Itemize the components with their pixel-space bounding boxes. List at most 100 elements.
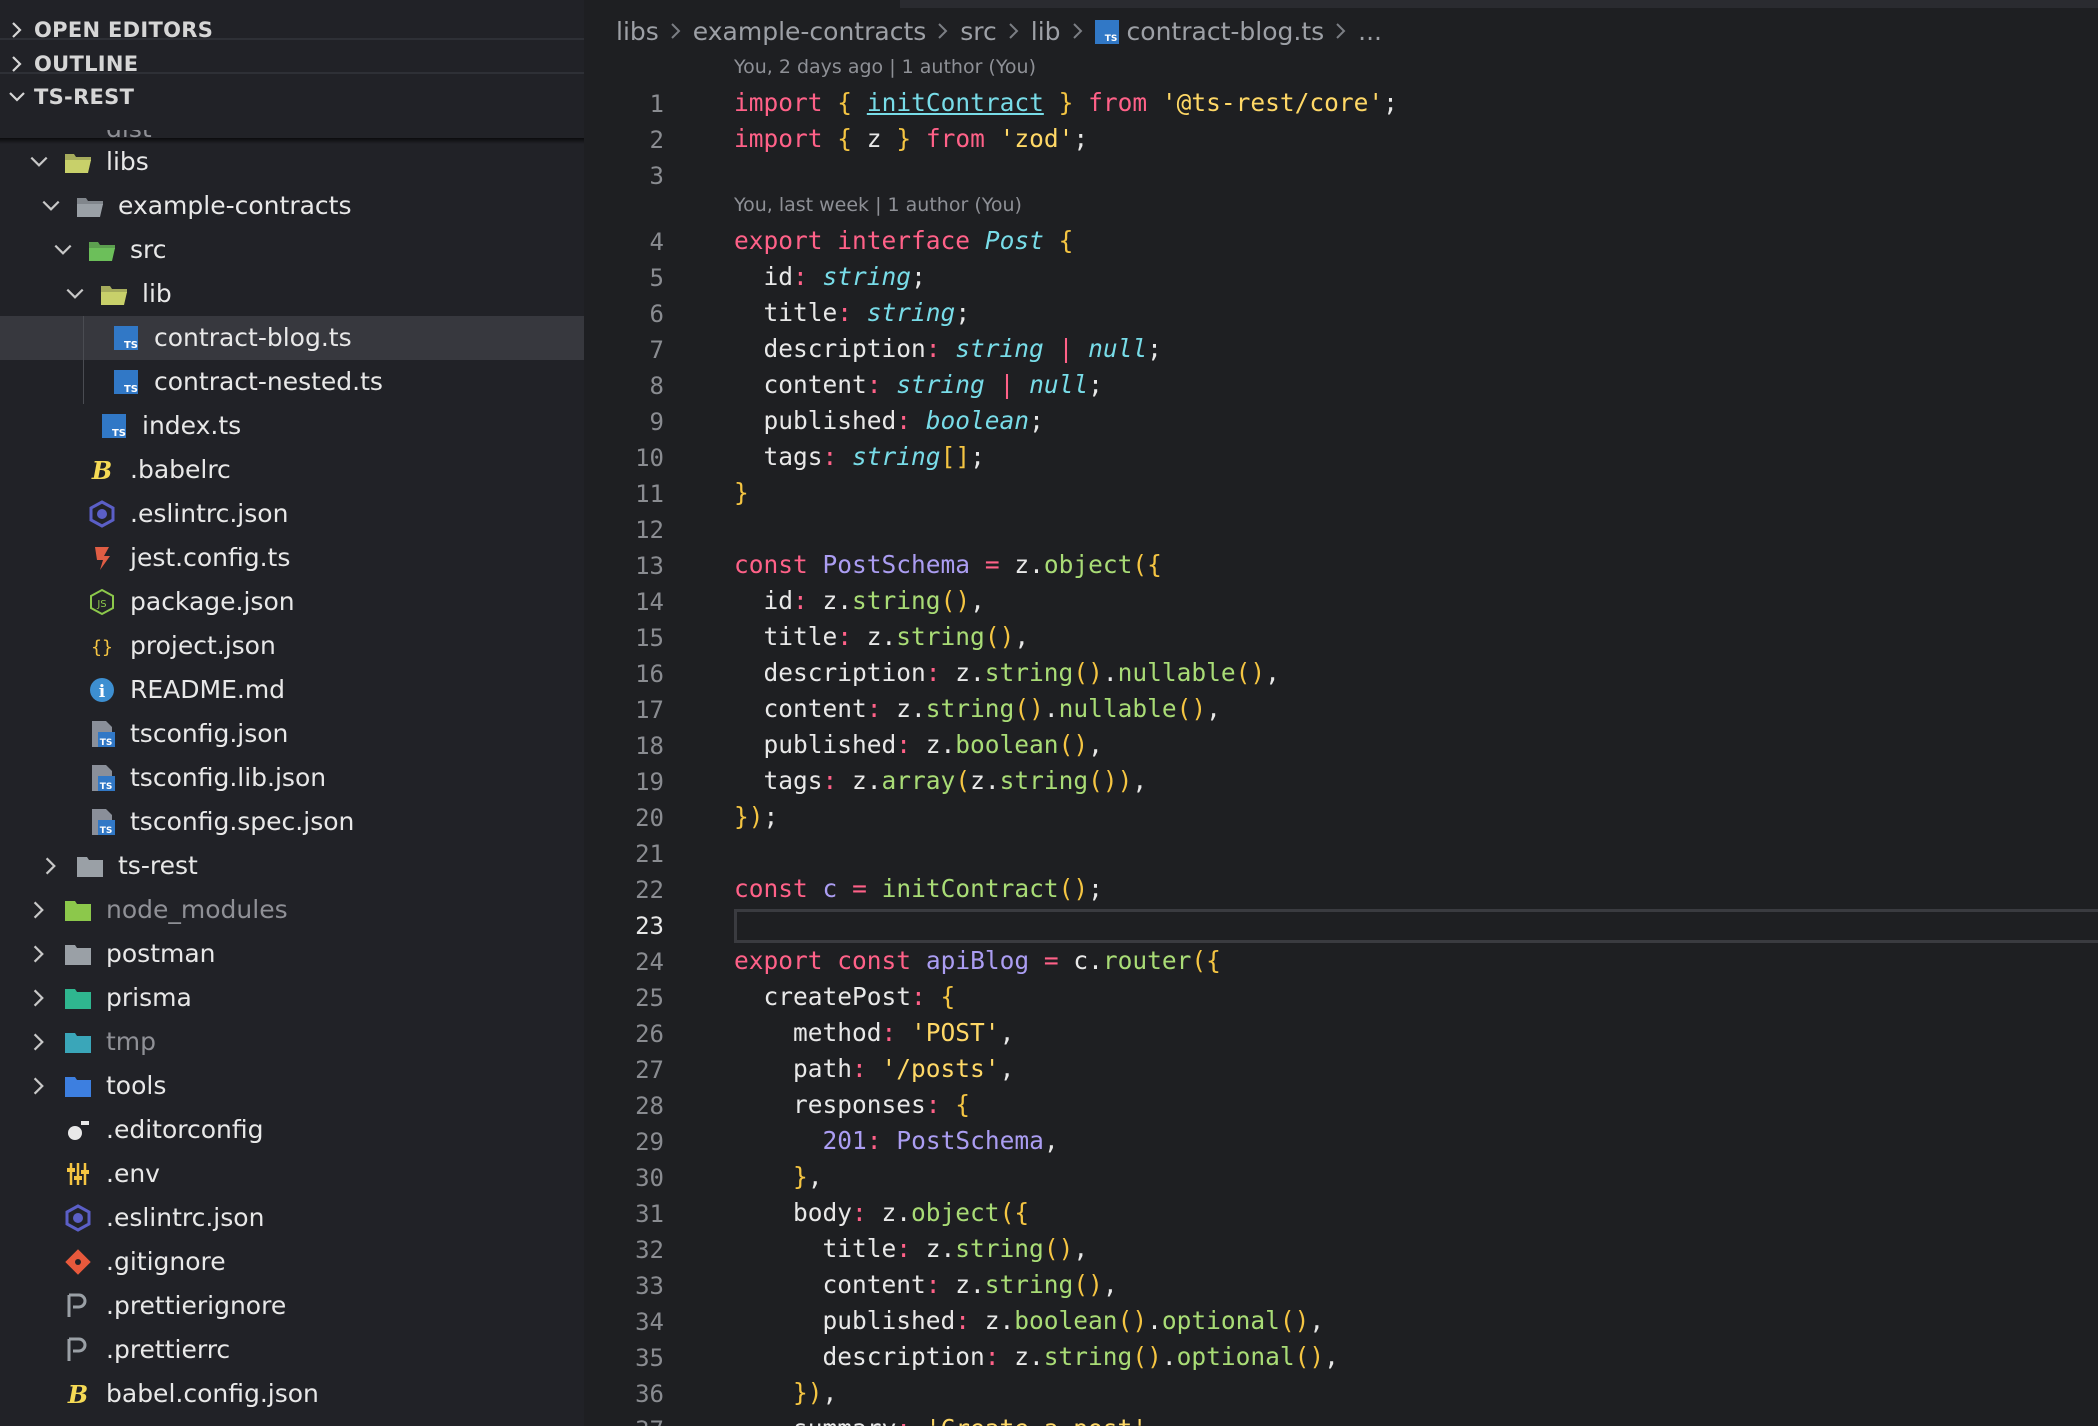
tree-file[interactable]: .env	[0, 1152, 584, 1196]
tree-file[interactable]: .prettierrc	[0, 1328, 584, 1372]
code-line[interactable]: responses: {	[734, 1090, 970, 1119]
code-line[interactable]: method: 'POST',	[734, 1018, 1014, 1047]
breadcrumb-item[interactable]: ...	[1358, 17, 1382, 46]
tree-file[interactable]: TS contract-blog.ts	[0, 316, 584, 360]
codelens-author-info[interactable]: You, 2 days ago | 1 author (You)	[734, 56, 1036, 78]
line-number: 37	[584, 1416, 664, 1426]
chevron-right-icon[interactable]	[28, 943, 50, 965]
chevron-down-icon[interactable]	[52, 239, 74, 261]
tree-item-label: project.json	[130, 631, 276, 660]
line-number: 25	[635, 984, 664, 1012]
code-line[interactable]: id: string;	[734, 262, 926, 291]
line-number: 23	[635, 912, 664, 940]
chevron-right-icon[interactable]	[28, 1031, 50, 1053]
chevron-right-icon[interactable]	[28, 1075, 50, 1097]
tree-file[interactable]: jest.config.ts	[0, 536, 584, 580]
line-number: 26	[635, 1020, 664, 1048]
tree-file[interactable]: B .babelrc	[0, 448, 584, 492]
chevron-right-icon[interactable]	[28, 987, 50, 1009]
tree-folder[interactable]: postman	[0, 932, 584, 976]
breadcrumb-item[interactable]: src	[960, 17, 997, 46]
tree-folder[interactable]: ts-rest	[0, 844, 584, 888]
tree-file[interactable]: .editorconfig	[0, 1108, 584, 1152]
code-line[interactable]: body: z.object({	[734, 1198, 1029, 1227]
breadcrumb-item[interactable]: example-contracts	[693, 17, 926, 46]
project-section-header[interactable]: TS-REST	[0, 75, 584, 119]
code-line[interactable]: description: string | null;	[734, 334, 1162, 363]
tree-file[interactable]: .eslintrc.json	[0, 1196, 584, 1240]
tree-folder[interactable]: tools	[0, 1064, 584, 1108]
tree-folder[interactable]: node_modules	[0, 888, 584, 932]
code-line[interactable]: const c = initContract();	[734, 874, 1103, 903]
tree-folder[interactable]: prisma	[0, 976, 584, 1020]
code-line[interactable]: title: string;	[734, 298, 971, 327]
code-line[interactable]: import { initContract } from '@ts-rest/c…	[734, 88, 1398, 117]
line-number: 9	[649, 408, 664, 436]
code-line[interactable]: published: z.boolean(),	[734, 730, 1103, 759]
tree-file[interactable]: .eslintrc.json	[0, 492, 584, 536]
code-line[interactable]: }),	[734, 1378, 837, 1407]
code-line[interactable]: content: z.string().nullable(),	[734, 694, 1221, 723]
chevron-down-icon[interactable]	[28, 151, 50, 173]
code-line[interactable]: export const apiBlog = c.router({	[734, 946, 1221, 975]
tree-file[interactable]: .prettierignore	[0, 1284, 584, 1328]
svg-text:JS: JS	[96, 599, 106, 610]
tree-file[interactable]: .gitignore	[0, 1240, 584, 1284]
code-line[interactable]: });	[734, 802, 778, 831]
code-line[interactable]: const PostSchema = z.object({	[734, 550, 1162, 579]
tree-folder[interactable]: libs	[0, 140, 584, 184]
code-line[interactable]: export interface Post {	[734, 226, 1073, 255]
code-line[interactable]: content: z.string(),	[734, 1270, 1118, 1299]
code-line[interactable]: published: z.boolean().optional(),	[734, 1306, 1325, 1335]
line-number: 31	[635, 1200, 664, 1228]
typescript-file-icon: TS	[111, 323, 141, 353]
code-line[interactable]: published: boolean;	[734, 406, 1044, 435]
breadcrumb-item[interactable]: contract-blog.ts	[1127, 17, 1325, 46]
breadcrumb-item[interactable]: lib	[1031, 17, 1061, 46]
line-number: 36	[635, 1380, 664, 1408]
tree-folder[interactable]: lib	[0, 272, 584, 316]
chevron-down-icon[interactable]	[40, 195, 62, 217]
tree-item-label: .eslintrc.json	[106, 1203, 265, 1232]
chevron-down-icon[interactable]	[64, 283, 86, 305]
svg-text:TS: TS	[124, 384, 138, 395]
line-number: 12	[635, 516, 664, 544]
code-line[interactable]: title: z.string(),	[734, 1234, 1089, 1263]
tree-file[interactable]: i README.md	[0, 668, 584, 712]
tree-file[interactable]: JS package.json	[0, 580, 584, 624]
code-line[interactable]: description: z.string().optional(),	[734, 1342, 1339, 1371]
line-number: 24	[635, 948, 664, 976]
svg-text:TS: TS	[1104, 34, 1117, 44]
codelens-author-info[interactable]: You, last week | 1 author (You)	[734, 194, 1022, 216]
chevron-right-icon[interactable]	[40, 855, 62, 877]
code-line[interactable]: tags: string[];	[734, 442, 985, 471]
tree-folder[interactable]: example-contracts	[0, 184, 584, 228]
code-line[interactable]: id: z.string(),	[734, 586, 985, 615]
code-line[interactable]: description: z.string().nullable(),	[734, 658, 1280, 687]
folder-temp-icon	[63, 1027, 93, 1057]
code-line[interactable]: },	[734, 1162, 823, 1191]
code-line[interactable]: path: '/posts',	[734, 1054, 1014, 1083]
code-line[interactable]: createPost: {	[734, 982, 956, 1011]
tree-folder[interactable]: tmp	[0, 1020, 584, 1064]
code-line[interactable]: 201: PostSchema,	[734, 1126, 1059, 1155]
tree-file[interactable]: TS tsconfig.lib.json	[0, 756, 584, 800]
code-line[interactable]: }	[734, 478, 749, 507]
code-line[interactable]: title: z.string(),	[734, 622, 1030, 651]
code-editor[interactable]: libs example-contracts src lib TS contract-bl…	[584, 0, 2098, 1426]
tree-file[interactable]: {} project.json	[0, 624, 584, 668]
tree-folder[interactable]: src	[0, 228, 584, 272]
chevron-right-icon[interactable]	[28, 899, 50, 921]
tree-file[interactable]: Bbabel.config.json	[0, 1372, 584, 1416]
code-line[interactable]: summary: 'Create a post',	[734, 1414, 1162, 1426]
tree-item-label: lib	[142, 279, 172, 308]
code-line[interactable]: import { z } from 'zod';	[734, 124, 1088, 153]
code-line[interactable]: content: string | null;	[734, 370, 1103, 399]
tree-file[interactable]: TS index.ts	[0, 404, 584, 448]
breadcrumb-item[interactable]: libs	[616, 17, 659, 46]
tree-item-label: package.json	[130, 587, 295, 616]
tree-file[interactable]: TS contract-nested.ts	[0, 360, 584, 404]
code-line[interactable]: tags: z.array(z.string()),	[734, 766, 1148, 795]
tree-file[interactable]: TS tsconfig.json	[0, 712, 584, 756]
tree-file[interactable]: TS tsconfig.spec.json	[0, 800, 584, 844]
